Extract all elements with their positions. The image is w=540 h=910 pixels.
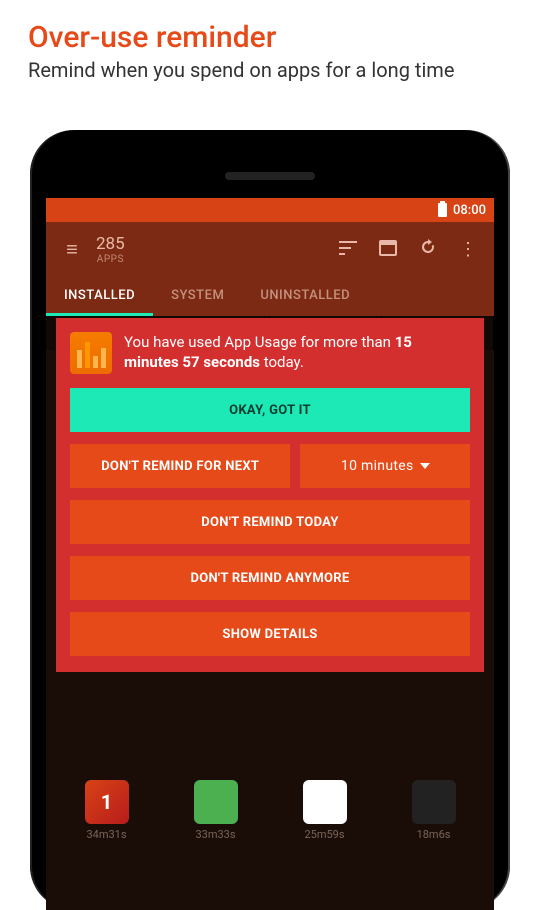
show-details-button[interactable]: SHOW DETAILS	[70, 612, 470, 656]
app-cell[interactable]: 18m6s	[381, 776, 486, 845]
dialog-header: You have used App Usage for more than 15…	[70, 332, 470, 374]
status-bar: 08:00	[46, 198, 494, 222]
dont-remind-today-button[interactable]: DON'T REMIND TODAY	[70, 500, 470, 544]
refresh-icon[interactable]	[408, 238, 448, 261]
more-icon[interactable]: ⋮	[448, 239, 488, 260]
tab-system[interactable]: SYSTEM	[153, 276, 242, 316]
app-count-label: APPS	[96, 254, 125, 265]
reminder-dialog: You have used App Usage for more than 15…	[56, 318, 484, 672]
promo-title: Over-use reminder	[0, 0, 540, 57]
phone-frame: 08:00 ≡ 285 APPS ⋮	[30, 130, 510, 910]
app-cell[interactable]: 33m33s	[163, 776, 268, 845]
app-time: 34m31s	[86, 828, 126, 841]
status-time: 08:00	[453, 203, 486, 218]
dont-remind-anymore-button[interactable]: DON'T REMIND ANYMORE	[70, 556, 470, 600]
app-cell[interactable]: 34m31s	[54, 776, 159, 845]
tab-uninstalled[interactable]: UNINSTALLED	[242, 276, 368, 316]
app-icon	[412, 780, 456, 824]
duration-dropdown[interactable]: 10 minutes	[300, 444, 470, 488]
phone-speaker	[225, 172, 315, 180]
screen: 08:00 ≡ 285 APPS ⋮	[46, 198, 494, 910]
app-grid: 34m31s 33m33s 25m59s 18m6s	[46, 770, 494, 851]
battery-icon	[438, 203, 447, 217]
dont-remind-next-button[interactable]: DON'T REMIND FOR NEXT	[70, 444, 290, 488]
app-cell[interactable]: 25m59s	[272, 776, 377, 845]
promo-subtitle: Remind when you spend on apps for a long…	[0, 57, 540, 91]
app-icon	[194, 780, 238, 824]
calendar-icon[interactable]	[368, 238, 408, 261]
app-icon	[303, 780, 347, 824]
app-count-number: 285	[96, 234, 125, 254]
app-time: 33m33s	[195, 828, 235, 841]
app-icon	[85, 780, 129, 824]
app-count[interactable]: 285 APPS	[96, 234, 125, 265]
tab-bar: INSTALLED SYSTEM UNINSTALLED	[46, 276, 494, 316]
ok-button[interactable]: OKAY, GOT IT	[70, 388, 470, 432]
app-usage-icon	[70, 332, 112, 374]
tab-installed[interactable]: INSTALLED	[46, 276, 153, 316]
chevron-down-icon	[420, 463, 430, 469]
dialog-message: You have used App Usage for more than 15…	[124, 332, 470, 374]
sort-icon[interactable]	[328, 239, 368, 260]
app-time: 18m6s	[417, 828, 451, 841]
app-bar: ≡ 285 APPS ⋮ INSTALLED SYSTE	[46, 222, 494, 316]
app-time: 25m59s	[304, 828, 344, 841]
menu-icon[interactable]: ≡	[52, 237, 92, 262]
